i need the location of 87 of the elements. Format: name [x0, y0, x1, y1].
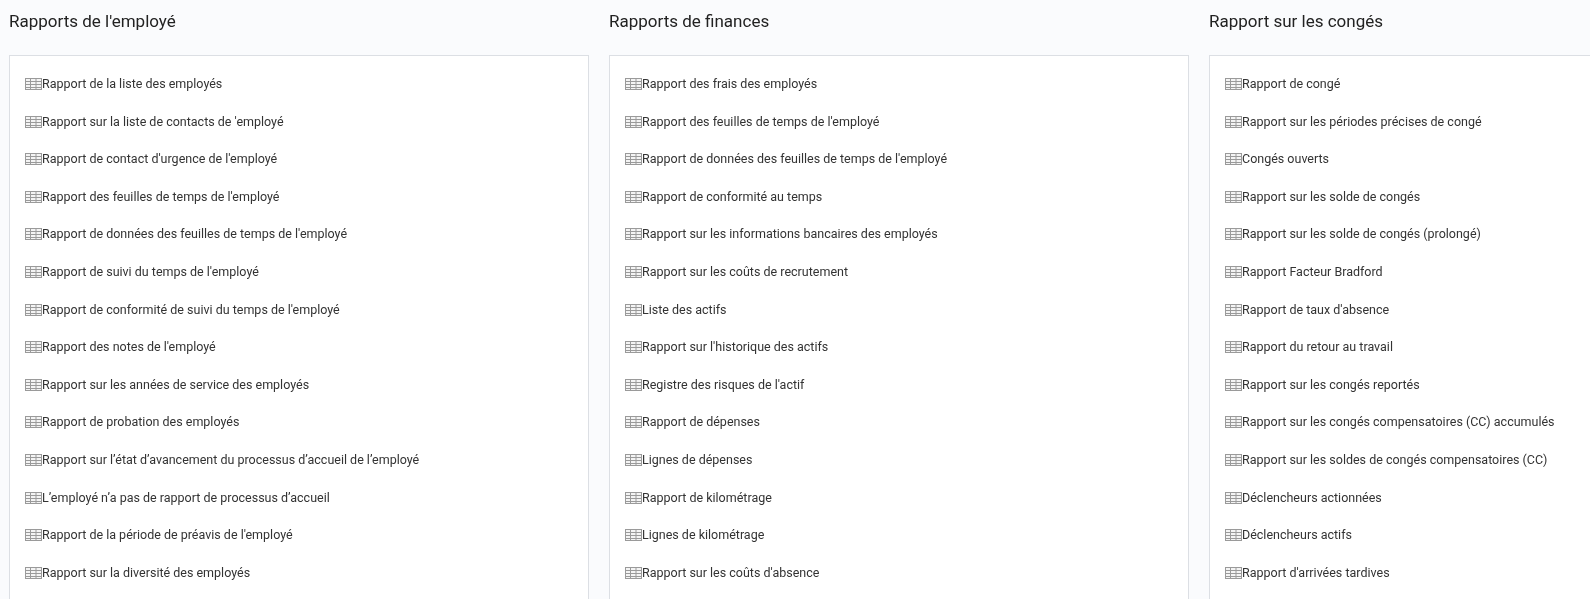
report-link[interactable]: Rapport d'arrivées tardives [1225, 563, 1390, 582]
table-icon [25, 529, 42, 542]
table-icon [25, 78, 42, 90]
report-link[interactable]: Rapport de la période de préavis de l'employé [25, 526, 293, 545]
report-link[interactable]: Rapport sur la liste de contacts de 'employé [25, 112, 284, 131]
table-icon [25, 190, 42, 203]
table-icon [625, 153, 642, 166]
report-link[interactable]: Déclencheurs actifs [1225, 526, 1352, 545]
report-link[interactable]: Rapport sur l’état d’avancement du processus d’accueil de l’employé [25, 450, 420, 469]
table-icon [1225, 228, 1242, 241]
report-link[interactable]: Rapport sur les informations bancaires des employés [625, 225, 938, 244]
report-link[interactable]: Rapport du retour au travail [1225, 338, 1393, 357]
table-icon [625, 228, 642, 241]
report-link[interactable]: Rapport de dépenses [625, 413, 760, 432]
report-link[interactable]: Lignes de dépenses [625, 450, 753, 469]
table-icon [25, 453, 42, 466]
report-link[interactable]: Rapport de conformité de suivi du temps de l'employé [25, 300, 340, 319]
report-link[interactable]: Rapport de données des feuilles de temps de l'employé [25, 225, 348, 244]
table-icon [625, 491, 642, 504]
report-link[interactable]: Rapport de données des feuilles de temps de l'employé [625, 150, 948, 169]
table-icon [625, 453, 642, 466]
table-icon [625, 190, 642, 203]
report-link[interactable]: Rapport sur les congés reportés [1225, 375, 1420, 394]
table-icon [25, 491, 42, 504]
table-icon [25, 378, 42, 391]
table-icon [25, 265, 42, 278]
table-icon [25, 566, 42, 579]
report-link[interactable]: Liste des actifs [625, 300, 727, 319]
table-icon [25, 115, 42, 128]
table-icon [25, 303, 42, 316]
report-link[interactable]: Rapport des feuilles de temps de l'employé [625, 112, 880, 131]
report-link[interactable]: Rapport de kilométrage [625, 488, 772, 507]
table-icon [25, 153, 42, 166]
table-icon [1225, 115, 1242, 128]
table-icon [625, 378, 642, 391]
table-icon [1225, 416, 1242, 429]
report-link[interactable]: Rapport sur la diversité des employés [25, 563, 251, 582]
report-link[interactable]: Rapport sur les périodes précises de congé [1225, 112, 1482, 131]
table-icon [625, 566, 642, 579]
table-icon [25, 341, 42, 354]
table-icon [1225, 453, 1242, 466]
table-icon [1225, 303, 1242, 316]
table-icon [625, 303, 642, 316]
section-heading: Rapport sur les congés [1209, 10, 1385, 33]
report-link[interactable]: Registre des risques de l'actif [625, 375, 805, 394]
report-link[interactable]: Rapport de taux d'absence [1225, 300, 1390, 319]
report-link[interactable]: Rapport de conformité au temps [625, 187, 823, 206]
table-icon [1225, 190, 1242, 203]
report-link[interactable]: Déclencheurs actionnées [1225, 488, 1382, 507]
report-link[interactable]: Rapport de la liste des employés [25, 75, 223, 93]
table-icon [1225, 153, 1242, 166]
section-heading: Rapports de l'employé [9, 10, 177, 33]
report-link[interactable]: Rapport sur les années de service des employés [25, 375, 310, 394]
table-icon [1225, 265, 1242, 278]
table-icon [625, 416, 642, 429]
report-link[interactable]: Lignes de kilométrage [625, 526, 765, 545]
report-link[interactable]: Rapport de probation des employés [25, 413, 240, 432]
table-icon [625, 265, 642, 278]
report-link[interactable]: Rapport des feuilles de temps de l'employé [25, 187, 280, 206]
table-icon [625, 115, 642, 128]
table-icon [1225, 566, 1242, 579]
report-link[interactable]: L’employé n’a pas de rapport de processus d’accueil [25, 488, 330, 507]
table-icon [625, 529, 642, 542]
table-icon [25, 416, 42, 429]
report-link[interactable]: Rapport sur l'historique des actifs [625, 338, 829, 357]
report-link[interactable]: Rapport de contact d'urgence de l'employé [25, 150, 278, 169]
report-link[interactable]: Rapport sur les solde de congés [1225, 187, 1421, 206]
report-link[interactable]: Rapport de suivi du temps de l'employé [25, 262, 259, 281]
report-link[interactable]: Rapport des notes de l'employé [25, 338, 216, 357]
section-heading: Rapports de finances [609, 10, 771, 33]
report-link[interactable]: Rapport sur les coûts de recrutement [625, 262, 848, 281]
table-icon [1225, 378, 1242, 391]
table-icon [1225, 78, 1242, 90]
report-link[interactable]: Rapport Facteur Bradford [1225, 262, 1383, 281]
table-icon [1225, 491, 1242, 504]
report-link[interactable]: Rapport sur les coûts d'absence [625, 563, 820, 582]
report-link[interactable]: Rapport des frais des employés [625, 75, 818, 93]
report-link[interactable]: Rapport de congé [1225, 75, 1341, 93]
report-link[interactable]: Rapport sur les congés compensatoires (CC) accumulés [1225, 413, 1555, 432]
table-icon [1225, 529, 1242, 542]
table-icon [1225, 341, 1242, 354]
report-link[interactable]: Congés ouverts [1225, 150, 1330, 169]
report-link[interactable]: Rapport sur les soldes de congés compensatoires (CC) [1225, 450, 1548, 469]
report-link[interactable]: Rapport sur les solde de congés (prolongé) [1225, 225, 1481, 244]
table-icon [25, 228, 42, 241]
table-icon [625, 341, 642, 354]
table-icon [625, 78, 642, 90]
